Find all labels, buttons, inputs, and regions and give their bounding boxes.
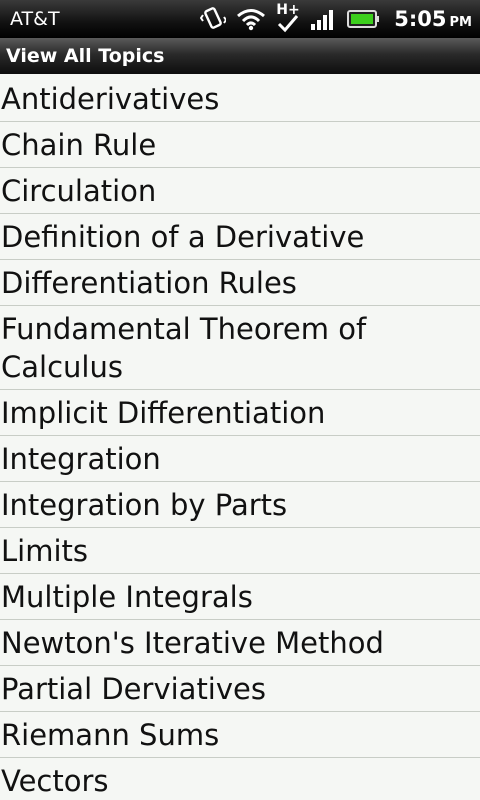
list-item[interactable]: Newton's Iterative Method (0, 620, 480, 666)
list-item[interactable]: Antiderivatives (0, 76, 480, 122)
list-item[interactable]: Limits (0, 528, 480, 574)
network-h-plus-icon: H+ (276, 2, 300, 34)
battery-icon (346, 9, 380, 29)
status-icons: H+ 5:05 PM (200, 2, 472, 34)
list-item[interactable]: Partial Derviatives (0, 666, 480, 712)
clock: 5:05 PM (394, 7, 472, 31)
vibrate-icon (200, 6, 227, 32)
carrier-label: AT&T (10, 8, 60, 30)
status-bar: AT&T H+ 5:05 PM (0, 0, 480, 38)
list-item[interactable]: Integration by Parts (0, 482, 480, 528)
list-item[interactable]: Riemann Sums (0, 712, 480, 758)
signal-icon (310, 8, 336, 30)
list-item[interactable]: Multiple Integrals (0, 574, 480, 620)
list-item[interactable]: Chain Rule (0, 122, 480, 168)
title-bar: View All Topics (0, 38, 480, 74)
list-item[interactable]: Definition of a Derivative (0, 214, 480, 260)
list-item[interactable]: Circulation (0, 168, 480, 214)
list-item[interactable]: Integration (0, 436, 480, 482)
page-title: View All Topics (6, 45, 165, 67)
clock-ampm: PM (449, 15, 472, 30)
clock-time: 5:05 (394, 7, 447, 31)
wifi-icon (236, 7, 266, 31)
list-item[interactable]: Vectors (0, 758, 480, 800)
list-item[interactable]: Differentiation Rules (0, 260, 480, 306)
list-item[interactable]: Implicit Differentiation (0, 390, 480, 436)
list-item[interactable]: Fundamental Theorem of Calculus (0, 306, 480, 390)
topic-list[interactable]: Antiderivatives Chain Rule Circulation D… (0, 76, 480, 800)
